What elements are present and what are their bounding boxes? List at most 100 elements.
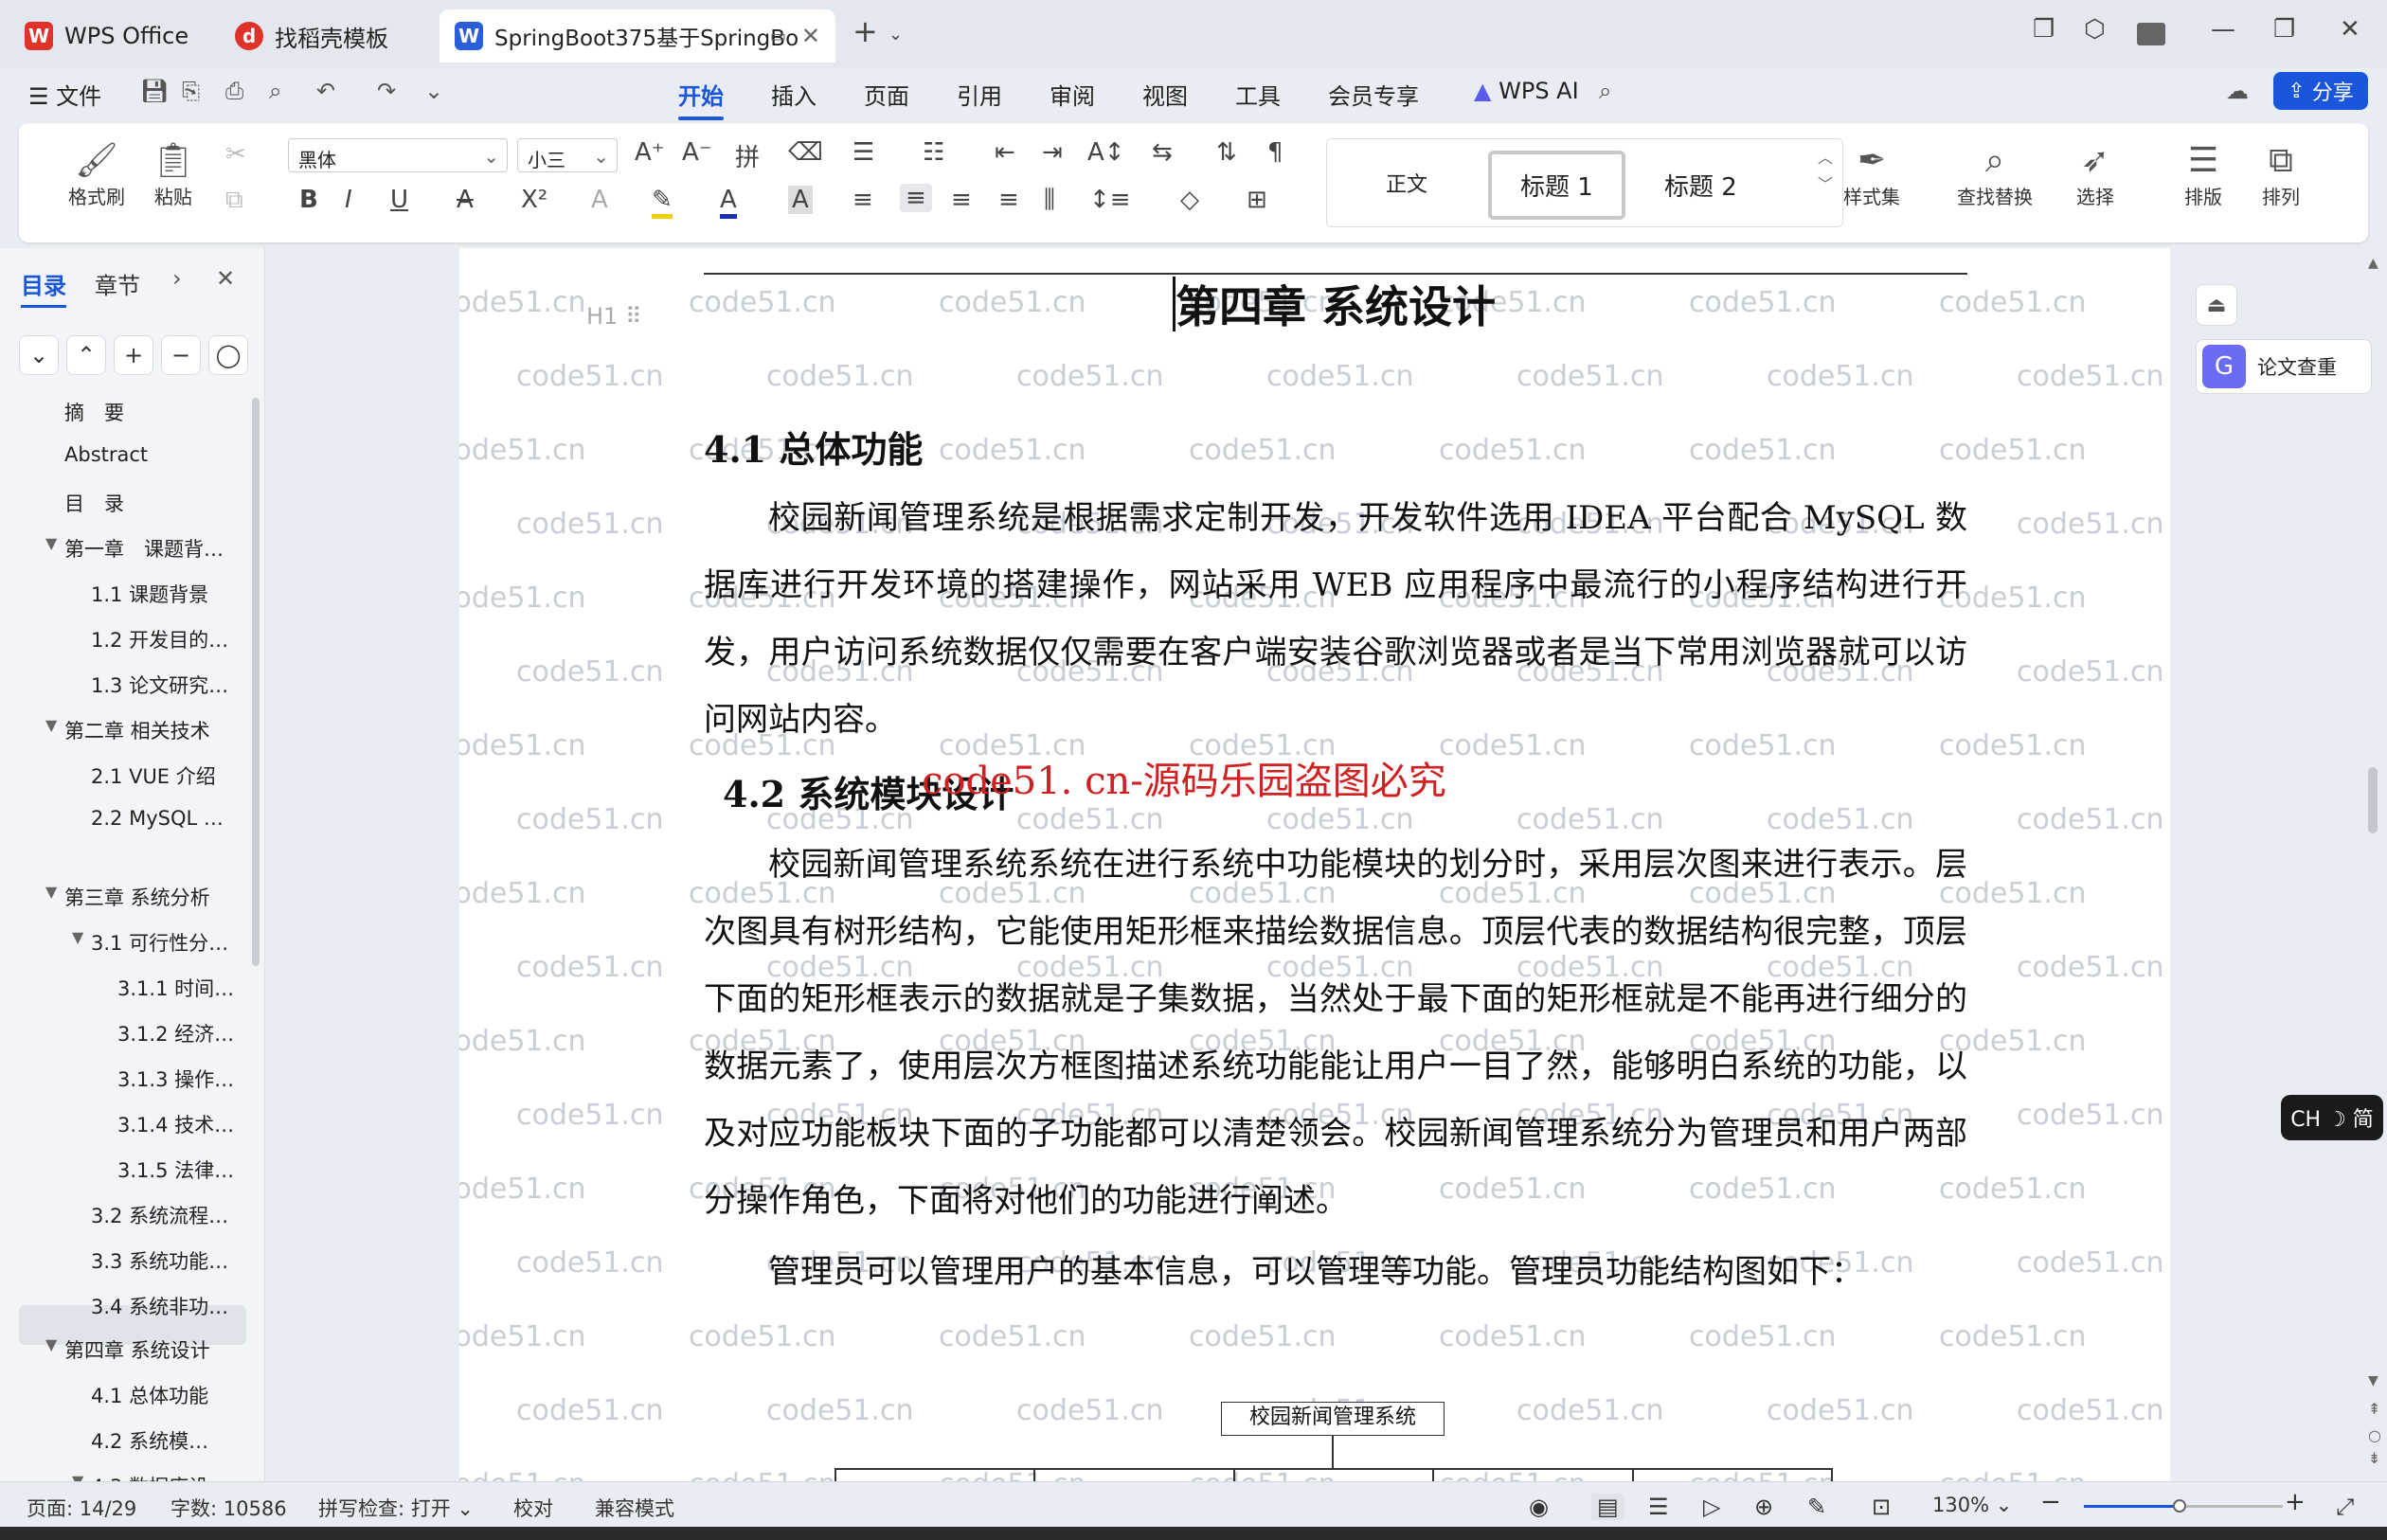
chevron-down-icon[interactable]: ⌄ <box>888 25 903 45</box>
expand-arrow-icon[interactable]: ▼ <box>45 716 57 734</box>
toc-item[interactable]: 2.1 VUE 介绍 <box>91 761 216 790</box>
bullet-list-icon[interactable]: ☰ <box>852 138 874 167</box>
highlight-icon[interactable]: ✎ <box>652 186 673 219</box>
bold-icon[interactable]: B <box>299 186 318 214</box>
arrange-button[interactable]: ⧉ 排列 <box>2262 140 2300 209</box>
heading-marker-icon[interactable]: H1 ⠿ <box>586 303 642 330</box>
style-heading1[interactable]: 标题 1 <box>1488 151 1625 220</box>
toc-item[interactable]: ▼ 第一章 课题背… <box>45 534 224 563</box>
menu-insert[interactable]: 插入 <box>771 78 817 111</box>
cube-icon[interactable]: ⬡ <box>2084 15 2106 44</box>
toc-item[interactable]: 4.1 总体功能 <box>91 1381 208 1409</box>
share-button[interactable]: ⇪ 分享 <box>2273 72 2368 110</box>
eye-icon[interactable]: ◉ <box>1529 1494 1549 1520</box>
toc-item[interactable]: 3.1.5 法律… <box>117 1155 234 1184</box>
toc-item[interactable]: 目 录 <box>64 489 124 517</box>
web-view-icon[interactable]: ⊕ <box>1754 1494 1773 1520</box>
numbered-list-icon[interactable]: ☷ <box>923 138 944 167</box>
expand-arrow-icon[interactable]: ▼ <box>45 883 57 901</box>
avatar[interactable] <box>2137 23 2165 45</box>
tab-toc[interactable]: 目录 <box>21 267 66 308</box>
wps-ai-button[interactable]: ▲ WPS AI <box>1474 78 1579 104</box>
align-center-icon[interactable]: ≡ <box>900 184 932 212</box>
restore-icon[interactable]: ❐ <box>2273 15 2295 44</box>
chevron-down-icon[interactable]: ⌄ <box>424 78 443 104</box>
toc-item[interactable]: 3.1.1 时间… <box>117 974 234 1002</box>
chevron-up-icon[interactable]: ︿ <box>1818 145 1833 168</box>
toc-item[interactable]: 3.1.2 经济… <box>117 1019 234 1048</box>
pen-icon[interactable]: ✎ <box>1807 1494 1826 1520</box>
page-indicator[interactable]: 页面: 14/29 <box>27 1494 136 1522</box>
undo-icon[interactable]: ↶ <box>316 78 335 104</box>
font-color-icon[interactable]: A <box>720 186 737 219</box>
toc-item[interactable]: ▼ 第三章 系统分析 <box>45 883 210 911</box>
grow-font-icon[interactable]: A⁺ <box>635 138 665 167</box>
expand-arrow-icon[interactable]: ▼ <box>72 928 83 946</box>
expand-down-button[interactable]: ⌄ <box>19 335 59 375</box>
scroll-down-icon[interactable]: ▼ <box>2368 1373 2378 1388</box>
next-page-icon[interactable]: ⇟ <box>2368 1449 2380 1467</box>
border-icon[interactable]: ⊞ <box>1247 186 1267 214</box>
toc-item[interactable]: ▼ 第四章 系统设计 <box>45 1335 210 1364</box>
spell-check-toggle[interactable]: 拼写检查: 打开 ⌄ <box>318 1494 474 1522</box>
toc-item[interactable]: 3.3 系统功能… <box>91 1246 228 1275</box>
new-tab-icon[interactable]: + <box>852 13 878 49</box>
tab-chapter[interactable]: 章节 <box>95 267 140 300</box>
layout-button[interactable]: ☰ 排版 <box>2184 140 2222 209</box>
italic-icon[interactable]: I <box>345 186 352 214</box>
file-menu[interactable]: ☰ 文件 <box>28 78 101 111</box>
style-heading2[interactable]: 标题 2 <box>1664 168 1737 203</box>
show-marks-icon[interactable]: ¶ <box>1267 138 1283 167</box>
menu-reference[interactable]: 引用 <box>957 78 1002 111</box>
menu-review[interactable]: 审阅 <box>1050 78 1095 111</box>
collapse-up-button[interactable]: ⌃ <box>66 335 106 375</box>
tab-wps-office[interactable]: W WPS Office <box>9 9 218 63</box>
line-spacing-icon[interactable]: ↕≡ <box>1089 186 1131 214</box>
menu-page[interactable]: 页面 <box>864 78 909 111</box>
toc-settings-button[interactable]: ◯ <box>208 335 248 375</box>
toc-item[interactable]: 3.1.4 技术… <box>117 1110 234 1138</box>
toc-item[interactable]: ▼ 第二章 相关技术 <box>45 716 210 744</box>
format-painter-button[interactable]: 🖌︎ 格式刷 <box>68 140 125 209</box>
align-left-icon[interactable]: ≡ <box>852 186 873 214</box>
phonetic-icon[interactable]: 拼 <box>735 138 760 173</box>
toc-item[interactable]: 3.2 系统流程… <box>91 1201 228 1229</box>
superscript-icon[interactable]: X² <box>521 186 547 214</box>
style-set-button[interactable]: ✒ 样式集 <box>1843 140 1900 209</box>
toc-item[interactable]: 3.1.3 操作… <box>117 1065 234 1093</box>
cloud-icon[interactable]: ☁ <box>2226 78 2249 104</box>
decrease-indent-icon[interactable]: ⇤ <box>995 138 1015 167</box>
toc-item[interactable]: Abstract <box>64 443 148 466</box>
toc-scrollbar[interactable] <box>252 398 260 966</box>
chevron-right-icon[interactable]: › <box>172 265 182 292</box>
paste-button[interactable]: 📋︎ 粘贴 <box>152 140 195 209</box>
strikethrough-icon[interactable]: A <box>457 186 474 214</box>
tab-document[interactable]: W SpringBoot375基于SpringBo ▭ ✕ <box>440 9 835 63</box>
shrink-font-icon[interactable]: A⁻ <box>682 138 712 167</box>
toc-item[interactable]: 2.2 MySQL … <box>91 807 224 830</box>
justify-icon[interactable]: ≡ <box>998 186 1019 214</box>
outline-view-icon[interactable]: ☰ <box>1648 1494 1669 1520</box>
close-icon[interactable]: ✕ <box>216 265 235 292</box>
chevron-down-icon[interactable]: ﹀ <box>1818 171 1833 194</box>
zoom-in-icon[interactable]: + <box>2285 1488 2306 1516</box>
cut-icon[interactable]: ✂ <box>225 140 246 169</box>
select-browse-icon[interactable]: ○ <box>2368 1426 2381 1444</box>
play-icon[interactable]: ▷ <box>1703 1494 1720 1520</box>
add-heading-button[interactable]: + <box>114 335 153 375</box>
fit-page-icon[interactable]: ⊡ <box>1872 1494 1891 1520</box>
shading-icon[interactable]: ◇ <box>1180 186 1199 214</box>
menu-member[interactable]: 会员专享 <box>1328 78 1419 111</box>
clear-format-icon[interactable]: ⌫ <box>788 138 823 167</box>
style-normal[interactable]: 正文 <box>1386 168 1427 198</box>
collapse-panel-button[interactable]: ⏏ <box>2196 284 2237 326</box>
redo-icon[interactable]: ↷ <box>377 78 396 104</box>
text-effect-icon[interactable]: A <box>591 186 608 214</box>
menu-start[interactable]: 开始 <box>678 78 724 120</box>
close-tab-icon[interactable]: ✕ <box>801 23 820 49</box>
zoom-level[interactable]: 130% ⌄ <box>1932 1494 2012 1516</box>
increase-indent-icon[interactable]: ⇥ <box>1042 138 1063 167</box>
font-name-select[interactable]: 黑体 ⌄ <box>288 138 508 172</box>
proofread-button[interactable]: 校对 <box>513 1494 553 1522</box>
text-direction-icon[interactable]: A↕ <box>1087 138 1125 167</box>
